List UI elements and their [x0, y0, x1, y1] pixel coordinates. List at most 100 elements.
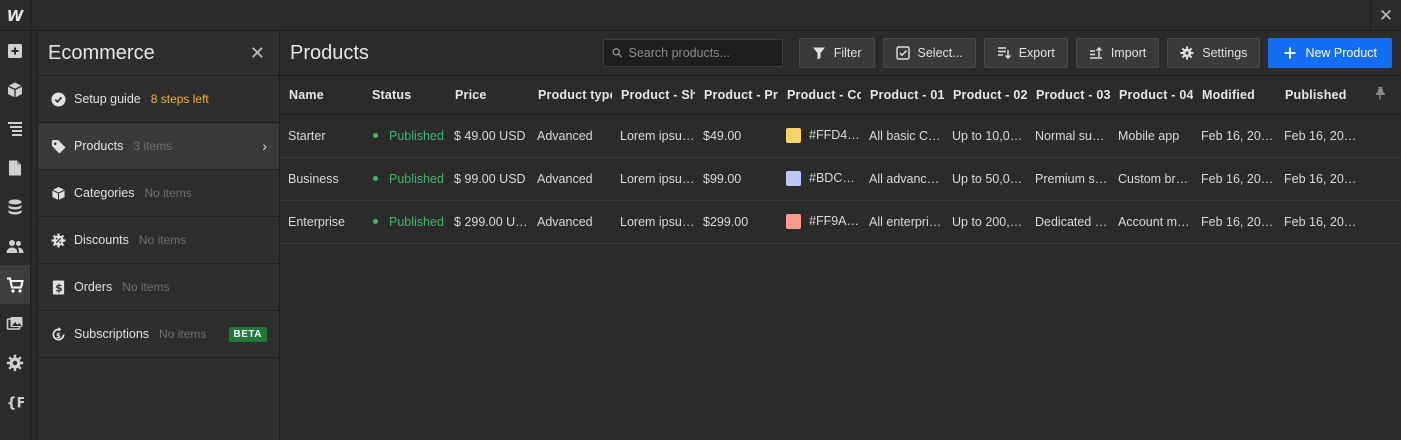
nav-item-discounts[interactable]: Discounts No items: [38, 217, 279, 264]
checkbox-icon: [895, 46, 910, 60]
cell-empty: [1359, 114, 1401, 158]
subscription-icon: $: [50, 326, 66, 342]
nav-item-orders[interactable]: $ Orders No items: [38, 264, 279, 311]
nav-item-products[interactable]: Products 3 items ›: [38, 123, 279, 170]
color-swatch: [786, 214, 801, 230]
cell-feature-04: Custom bran...: [1110, 157, 1193, 201]
cms-database-icon[interactable]: [0, 187, 30, 226]
cell-feature-02: Up to 50,000...: [944, 157, 1027, 201]
check-circle-icon: [50, 91, 66, 107]
color-label: #BDC4FF: [809, 170, 861, 185]
cell-short-description: Lorem ipsum...: [612, 157, 695, 201]
ecommerce-cart-icon[interactable]: [0, 265, 30, 304]
cell-status: Published: [363, 200, 446, 244]
webflow-logo[interactable]: W: [0, 0, 31, 31]
cell-feature-03: Normal supp...: [1027, 114, 1110, 158]
nav-item-label: Setup guide: [74, 92, 141, 106]
select-label: Select...: [917, 46, 963, 60]
new-product-button[interactable]: New Product: [1268, 38, 1392, 68]
panel-title: Ecommerce: [48, 41, 155, 64]
nav-item-categories[interactable]: Categories No items: [38, 170, 279, 217]
cell-color: #BDC4FF: [778, 157, 861, 201]
close-icon[interactable]: ✕: [250, 43, 265, 64]
pin-icon[interactable]: [1359, 76, 1401, 115]
cell-feature-02: Up to 10,000...: [944, 114, 1027, 158]
color-label: #FFD466: [809, 127, 861, 142]
item-count: No items: [138, 233, 187, 247]
color-swatch: [786, 128, 801, 144]
dollar-receipt-icon: $: [50, 279, 66, 295]
export-icon: [997, 47, 1011, 59]
item-count: No items: [122, 280, 170, 294]
cell-feature-04: Account man...: [1110, 200, 1193, 244]
column-header[interactable]: Product - 03 l: [1027, 76, 1110, 115]
cell-price-text: $99.00: [695, 157, 778, 201]
cell-modified: Feb 16, 2023...: [1193, 114, 1276, 158]
column-header[interactable]: Price: [446, 76, 529, 115]
pages-icon[interactable]: [0, 148, 30, 187]
cell-color: #FF9A8D: [778, 200, 861, 244]
cell-name: Enterprise: [280, 200, 363, 244]
search-icon: [612, 48, 622, 58]
filter-button[interactable]: Filter: [798, 38, 875, 68]
column-header[interactable]: Product - Pric: [695, 76, 778, 115]
cell-published: Feb 16, 2023...: [1276, 200, 1359, 244]
table-row[interactable]: Business Published $ 99.00 USD Advanced …: [280, 157, 1401, 201]
column-header[interactable]: Product - 01 f: [861, 76, 944, 115]
nav-item-subscriptions[interactable]: $ Subscriptions No items BETA: [38, 311, 279, 358]
cell-feature-03: Dedicated su...: [1027, 200, 1110, 244]
status-label: Published: [389, 171, 444, 186]
new-product-label: New Product: [1305, 46, 1377, 60]
column-header[interactable]: Name: [280, 76, 363, 115]
column-header[interactable]: Product type: [529, 76, 612, 115]
nav-item-label: Orders: [74, 280, 113, 294]
svg-text:$: $: [55, 282, 62, 294]
select-button[interactable]: Select...: [882, 38, 976, 68]
cell-feature-03: Premium sup...: [1027, 157, 1110, 201]
chevron-right-icon: ›: [262, 138, 267, 154]
cell-color: #FFD466: [778, 114, 861, 158]
column-header[interactable]: Product - Col: [778, 76, 861, 115]
cell-type: Advanced: [529, 200, 612, 244]
export-button[interactable]: Export: [983, 38, 1068, 68]
cell-feature-02: Up to 200,00...: [944, 200, 1027, 244]
cell-feature-01: All basic CR...: [861, 114, 944, 158]
settings-button[interactable]: Settings: [1167, 38, 1261, 68]
variables-icon[interactable]: {F: [0, 382, 30, 421]
search-box[interactable]: [602, 39, 783, 67]
color-label: #FF9A8D: [809, 213, 861, 228]
nav-item-label: Categories: [74, 186, 135, 200]
column-header[interactable]: Product - Sho: [612, 76, 695, 115]
column-header[interactable]: Published: [1276, 76, 1359, 115]
navigator-icon[interactable]: [0, 109, 30, 148]
import-icon: [1089, 47, 1102, 59]
cell-published: Feb 16, 2023...: [1276, 157, 1359, 201]
cell-short-description: Lorem ipsum...: [612, 114, 695, 158]
search-input[interactable]: [628, 46, 774, 60]
column-header[interactable]: Status: [363, 76, 446, 115]
import-button[interactable]: Import: [1075, 38, 1160, 68]
nav-item-label: Products: [74, 139, 124, 153]
products-main: Products Filter Select... Export Import …: [280, 31, 1401, 440]
close-icon[interactable]: ✕: [1370, 0, 1401, 31]
nav-item-label: Discounts: [74, 233, 129, 247]
tag-icon: [50, 138, 66, 154]
users-icon[interactable]: [0, 226, 30, 265]
color-swatch: [786, 171, 801, 187]
table-row[interactable]: Starter Published $ 49.00 USD Advanced L…: [280, 114, 1401, 158]
assets-images-icon[interactable]: [0, 304, 30, 343]
add-panel-icon[interactable]: [0, 31, 30, 70]
settings-gear-icon[interactable]: [0, 343, 30, 382]
cube-icon[interactable]: [0, 70, 30, 109]
table-header-row: Name Status Price Product type Product -…: [280, 76, 1401, 115]
cell-short-description: Lorem ipsum...: [612, 200, 695, 244]
nav-item-setup-guide[interactable]: Setup guide 8 steps left: [38, 76, 279, 123]
table-row[interactable]: Enterprise Published $ 299.00 USD Advanc…: [280, 200, 1401, 244]
column-header[interactable]: Product - 02 l: [944, 76, 1027, 115]
cell-modified: Feb 16, 2023...: [1193, 157, 1276, 201]
cell-status: Published: [363, 157, 446, 201]
products-table: Name Status Price Product type Product -…: [280, 76, 1401, 244]
import-label: Import: [1110, 46, 1147, 60]
column-header[interactable]: Modified: [1193, 76, 1276, 115]
column-header[interactable]: Product - 04 l: [1110, 76, 1193, 115]
